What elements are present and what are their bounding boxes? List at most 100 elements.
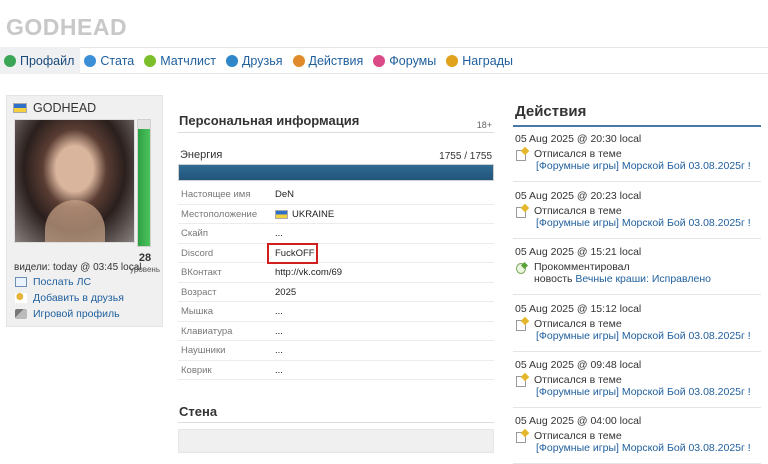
info-table: Настоящее имя DeN Местоположение UKRAINE… — [178, 185, 494, 380]
actions-icon — [292, 54, 305, 67]
activity-action: Отписался в теме — [534, 148, 622, 160]
location-text: UKRAINE — [292, 208, 335, 220]
tab-label: Действия — [308, 53, 364, 68]
info-row-skype: Скайп ... — [178, 224, 494, 244]
age-badge: 18+ — [476, 120, 492, 130]
tab-label: Награды — [462, 53, 513, 68]
activity-item: 05 Aug 2025 @ 04:00 local Отписался в те… — [513, 415, 761, 464]
info-row-location: Местоположение UKRAINE — [178, 205, 494, 224]
profile-card: GODHEAD 28 уровень видели: today @ 03:45… — [6, 95, 163, 327]
game-profile-icon — [15, 309, 27, 319]
tab-label: Матчлист — [160, 53, 216, 68]
mail-icon — [15, 277, 27, 287]
tab-label: Форумы — [389, 53, 437, 68]
energy-value: 1755 / 1755 — [439, 151, 492, 162]
tab-stats[interactable]: Стата — [80, 47, 140, 74]
activity-action: Отписался в теме — [534, 374, 622, 386]
post-icon — [516, 432, 526, 443]
info-row-mouse: Мышка ... — [178, 302, 494, 322]
activity-link[interactable]: [Форумные игры] Морской Бой 03.08.2025г … — [536, 442, 751, 454]
personal-info-title: Персональная информация — [179, 113, 360, 128]
site-title: GODHEAD — [6, 14, 128, 40]
activity-date: 05 Aug 2025 @ 15:21 local — [515, 246, 642, 258]
activity-action: Отписался в теме — [534, 205, 622, 217]
info-key: Коврик — [181, 364, 212, 376]
energy-label: Энергия — [180, 149, 223, 161]
forum-icon — [373, 54, 386, 67]
info-row-vk: ВКонтакт http://vk.com/69 — [178, 263, 494, 283]
tab-awards[interactable]: Награды — [442, 47, 519, 74]
tab-label: Друзья — [241, 53, 283, 68]
activity-item: 05 Aug 2025 @ 09:48 local Отписался в те… — [513, 359, 761, 408]
activity-item: 05 Aug 2025 @ 20:30 local Отписался в те… — [513, 133, 761, 182]
activity-action: Отписался в теме — [534, 430, 622, 442]
tab-label: Стата — [100, 53, 135, 68]
energy-bar-fill — [179, 165, 493, 180]
profile-tabs: Профайл Стата Матчлист Друзья Действия Ф… — [0, 47, 768, 74]
link-label: Добавить в друзья — [33, 292, 124, 304]
game-profile-link[interactable]: Игровой профиль — [15, 308, 120, 320]
divider — [513, 125, 761, 127]
avatar[interactable] — [14, 119, 135, 243]
profile-name: GODHEAD — [13, 101, 96, 115]
info-row-age: Возраст 2025 — [178, 283, 494, 302]
info-value-location: UKRAINE — [275, 209, 334, 220]
level-bar — [137, 119, 151, 247]
activity-link[interactable]: [Форумные игры] Морской Бой 03.08.2025г … — [536, 217, 751, 229]
personal-info-header: Персональная информация 18+ — [178, 113, 494, 133]
send-message-link[interactable]: Послать ЛС — [15, 276, 91, 288]
info-value: ... — [275, 306, 283, 317]
activity-link[interactable]: Вечные краши: Исправлено — [575, 273, 711, 285]
level-bar-fill — [138, 128, 150, 246]
tab-matchlist[interactable]: Матчлист — [140, 47, 222, 74]
info-key: Возраст — [181, 286, 217, 298]
activity-line2: новость Вечные краши: Исправлено — [534, 273, 711, 285]
activity-item: 05 Aug 2025 @ 20:23 local Отписался в те… — [513, 190, 761, 239]
tab-label: Профайл — [20, 53, 75, 68]
info-row-keyboard: Клавиатура ... — [178, 322, 494, 341]
info-key: Настоящее имя — [181, 189, 251, 200]
activity-date: 05 Aug 2025 @ 20:23 local — [515, 190, 642, 202]
ukraine-flag-icon — [275, 209, 288, 219]
ukraine-flag-icon — [13, 103, 27, 113]
friends-icon — [225, 54, 238, 67]
tab-actions[interactable]: Действия — [289, 47, 370, 74]
award-icon — [446, 54, 459, 67]
activity-action: Прокомментировал — [534, 261, 630, 273]
activity-date: 05 Aug 2025 @ 09:48 local — [515, 359, 642, 371]
wall-title: Стена — [179, 404, 218, 419]
info-key: Наушники — [181, 345, 226, 356]
activity-action: Отписался в теме — [534, 318, 622, 330]
info-value: ... — [275, 345, 283, 356]
info-key: Мышка — [181, 306, 214, 317]
activity-link[interactable]: [Форумные игры] Морской Бой 03.08.2025г … — [536, 386, 751, 398]
post-icon — [516, 376, 526, 387]
activity-item: 05 Aug 2025 @ 15:12 local Отписался в те… — [513, 303, 761, 352]
last-seen: видели: today @ 03:45 local — [14, 262, 142, 273]
activity-link[interactable]: [Форумные игры] Морской Бой 03.08.2025г … — [536, 330, 751, 342]
activity-date: 05 Aug 2025 @ 04:00 local — [515, 415, 642, 427]
link-label: Игровой профиль — [33, 308, 120, 320]
add-friend-link[interactable]: Добавить в друзья — [15, 292, 124, 304]
energy-bar — [178, 164, 494, 181]
activity-link[interactable]: [Форумные игры] Морской Бой 03.08.2025г … — [536, 160, 751, 172]
tab-profile[interactable]: Профайл — [0, 47, 81, 74]
info-key: Скайп — [181, 228, 208, 239]
info-row-headphones: Наушники ... — [178, 341, 494, 361]
wall-input[interactable] — [178, 429, 494, 453]
info-key: Discord — [181, 247, 214, 259]
activity-date: 05 Aug 2025 @ 15:12 local — [515, 303, 642, 315]
add-friend-icon — [15, 293, 27, 303]
info-icon — [84, 54, 97, 67]
tab-forums[interactable]: Форумы — [369, 47, 442, 74]
post-icon — [516, 207, 526, 218]
info-value: 2025 — [275, 286, 297, 298]
info-row-discord: Discord FuckOFF — [178, 242, 494, 264]
info-value: ... — [275, 364, 283, 376]
username: GODHEAD — [33, 101, 97, 115]
post-icon — [516, 320, 526, 331]
info-value: DeN — [275, 189, 295, 200]
post-icon — [516, 150, 526, 161]
comment-icon — [516, 263, 526, 274]
tab-friends[interactable]: Друзья — [222, 47, 289, 74]
